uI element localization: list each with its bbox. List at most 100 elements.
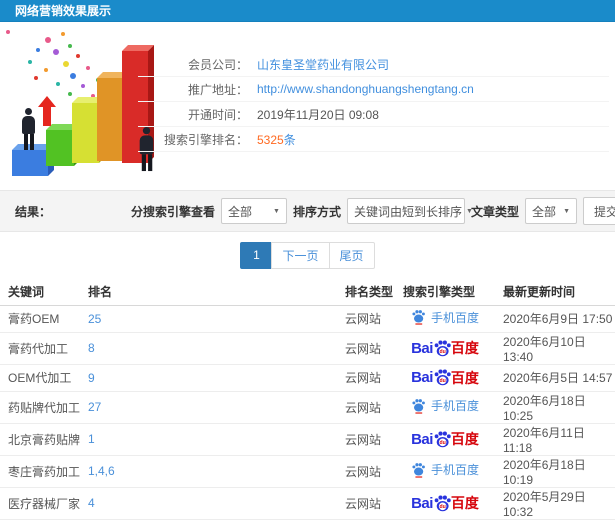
sort-filter-select[interactable]: 关键词由短到长排序 ▼ (346, 198, 473, 224)
baidu-logo-bai: Bai (411, 494, 433, 512)
rank-link[interactable]: 25 (80, 305, 337, 333)
mobile-baidu-label: 手机百度 (430, 399, 479, 414)
next-page-button[interactable]: 下一页 (271, 241, 330, 269)
keyword-cell: 北京膏药贴牌 (0, 423, 80, 456)
baidu-logo-du: du (439, 504, 445, 510)
table-row: 药贴牌代加工 27 云网站 手机百度 2020年6月18日 10:25 (0, 391, 615, 424)
rank-type-cell: 云网站 (337, 305, 395, 333)
keyword-cell: 膏药代加工 (0, 332, 80, 365)
keyword-cell: OEM代加工 (0, 364, 80, 392)
baidu-logo-cn: 百度 (450, 340, 479, 356)
rank-link[interactable]: 4 (80, 487, 337, 520)
mobile-baidu-label: 手机百度 (430, 310, 479, 325)
engine-type-cell: Bai du 百度 (395, 332, 495, 365)
sort-filter-label: 排序方式 (292, 204, 341, 219)
baidu-logo-cn: 百度 (450, 369, 479, 386)
engine-filter-select[interactable]: 全部 ▼ (220, 198, 287, 224)
baidu-logo: Bai du 百度 (411, 368, 479, 387)
mobile-baidu-label: 手机百度 (430, 463, 479, 478)
updated-time-cell: 2020年6月18日 10:19 (495, 455, 615, 488)
col-header-rank-type: 排名类型 (337, 278, 395, 306)
submit-button[interactable]: 提交 (583, 197, 615, 225)
baidu-logo: Bai du 百度 (411, 494, 479, 513)
confetti-decoration (6, 30, 10, 34)
results-tbody: 膏药OEM 25 云网站 手机百度 2020年6月9日 17:50 膏药代加工 … (0, 305, 615, 520)
page-1-button[interactable]: 1 (240, 241, 273, 269)
baidu-paw-icon: du (434, 369, 451, 386)
rank-link[interactable]: 1 (80, 423, 337, 456)
engine-type-cell: Bai du 百度 (395, 364, 495, 392)
updated-time-cell: 2020年6月18日 10:25 (495, 391, 615, 424)
baidu-paw-icon: du (434, 495, 451, 511)
company-info-section: 会员公司： 山东皇圣堂药业有限公司 推广地址： http://www.shand… (0, 22, 615, 190)
baidu-paw-icon: du (434, 431, 451, 447)
engine-type-cell: 手机百度 (395, 455, 495, 488)
keyword-cell: 药贴牌代加工 (0, 391, 80, 424)
sort-filter-value: 关键词由短到长排序 (353, 204, 462, 219)
company-link[interactable]: 山东皇圣堂药业有限公司 (257, 56, 389, 73)
baidu-paw-icon (412, 398, 425, 414)
rank-type-cell: 云网站 (337, 487, 395, 520)
article-type-select[interactable]: 全部 ▼ (525, 198, 577, 224)
baidu-paw-icon: du (434, 340, 451, 356)
table-row: 膏药代加工 8 云网站 Bai du 百度 2020年6月10日 13:40 (0, 332, 615, 365)
chart-bar-green (46, 124, 80, 166)
col-header-updated: 最新更新时间 (495, 278, 615, 306)
result-label: 结果： (15, 204, 52, 219)
rank-type-cell: 云网站 (337, 455, 395, 488)
rank-count-unit: 条 (283, 132, 296, 147)
chevron-down-icon: ▼ (563, 207, 570, 215)
promo-url-link[interactable]: http://www.shandonghuangshengtang.cn (257, 82, 474, 96)
engine-type-cell: Bai du 百度 (395, 423, 495, 456)
baidu-logo-bai: Bai (411, 339, 433, 357)
last-page-button[interactable]: 尾页 (328, 241, 375, 269)
engine-type-cell: 手机百度 (395, 305, 495, 333)
filter-toolbar: 结果： 分搜索引擎查看 全部 ▼ 排序方式 关键词由短到长排序 ▼ 文章类型 全… (0, 190, 615, 232)
rank-link[interactable]: 9 (80, 364, 337, 392)
company-label: 会员公司： (187, 57, 248, 72)
pagination: 1 下一页 尾页 (240, 241, 375, 269)
promo-url-label: 推广地址： (187, 82, 248, 97)
mobile-baidu-badge: 手机百度 (411, 309, 479, 326)
baidu-logo-cn: 百度 (450, 431, 479, 447)
up-arrow-icon (38, 96, 56, 126)
updated-time-cell: 2020年6月5日 14:57 (495, 364, 615, 392)
rank-type-cell: 云网站 (337, 332, 395, 365)
keyword-cell: 枣庄膏药加工 (0, 455, 80, 488)
rank-type-cell: 云网站 (337, 364, 395, 392)
rank-link[interactable]: 1,4,6 (80, 455, 337, 488)
engine-filter-value: 全部 (227, 204, 252, 219)
mobile-baidu-badge: 手机百度 (411, 397, 479, 414)
chart-bar-orange (97, 72, 128, 161)
baidu-paw-icon (412, 462, 425, 478)
info-row-url: 推广地址： http://www.shandonghuangshengtang.… (138, 77, 609, 102)
table-row: OEM代加工 9 云网站 Bai du 百度 2020年6月5日 14:57 (0, 364, 615, 392)
rank-type-cell: 云网站 (337, 391, 395, 424)
open-time-label: 开通时间： (187, 107, 248, 122)
company-info-list: 会员公司： 山东皇圣堂药业有限公司 推广地址： http://www.shand… (138, 52, 609, 152)
engine-type-cell: 手机百度 (395, 391, 495, 424)
col-header-rank: 排名 (80, 278, 337, 306)
updated-time-cell: 2020年6月9日 17:50 (495, 305, 615, 333)
rank-count-label: 搜索引擎排名： (163, 132, 248, 147)
baidu-logo-du: du (439, 440, 445, 446)
baidu-logo-du: du (439, 349, 445, 355)
table-header-row: 关键词 排名 排名类型 搜索引擎类型 最新更新时间 (0, 278, 615, 306)
rank-count-number: 5325 (257, 132, 284, 147)
rank-link[interactable]: 8 (80, 332, 337, 365)
table-row: 北京膏药贴牌 1 云网站 Bai du 百度 2020年6月11日 11:18 (0, 423, 615, 456)
pagination-section: 1 下一页 尾页 (0, 232, 615, 278)
baidu-logo: Bai du 百度 (411, 339, 479, 358)
engine-filter-label: 分搜索引擎查看 (130, 204, 215, 219)
article-type-value: 全部 (532, 204, 557, 219)
baidu-logo-bai: Bai (411, 369, 433, 386)
keyword-cell: 膏药OEM (0, 305, 80, 333)
open-time-value: 2019年11月20日 09:08 (257, 107, 379, 122)
results-table: 关键词 排名 排名类型 搜索引擎类型 最新更新时间 膏药OEM 25 云网站 手… (0, 278, 615, 520)
table-row: 医疗器械厂家 4 云网站 Bai du 百度 2020年5月29日 10:32 (0, 487, 615, 520)
table-row: 膏药OEM 25 云网站 手机百度 2020年6月9日 17:50 (0, 305, 615, 333)
chevron-down-icon: ▼ (273, 207, 280, 215)
updated-time-cell: 2020年6月10日 13:40 (495, 332, 615, 365)
rank-link[interactable]: 27 (80, 391, 337, 424)
mobile-baidu-badge: 手机百度 (411, 461, 479, 478)
